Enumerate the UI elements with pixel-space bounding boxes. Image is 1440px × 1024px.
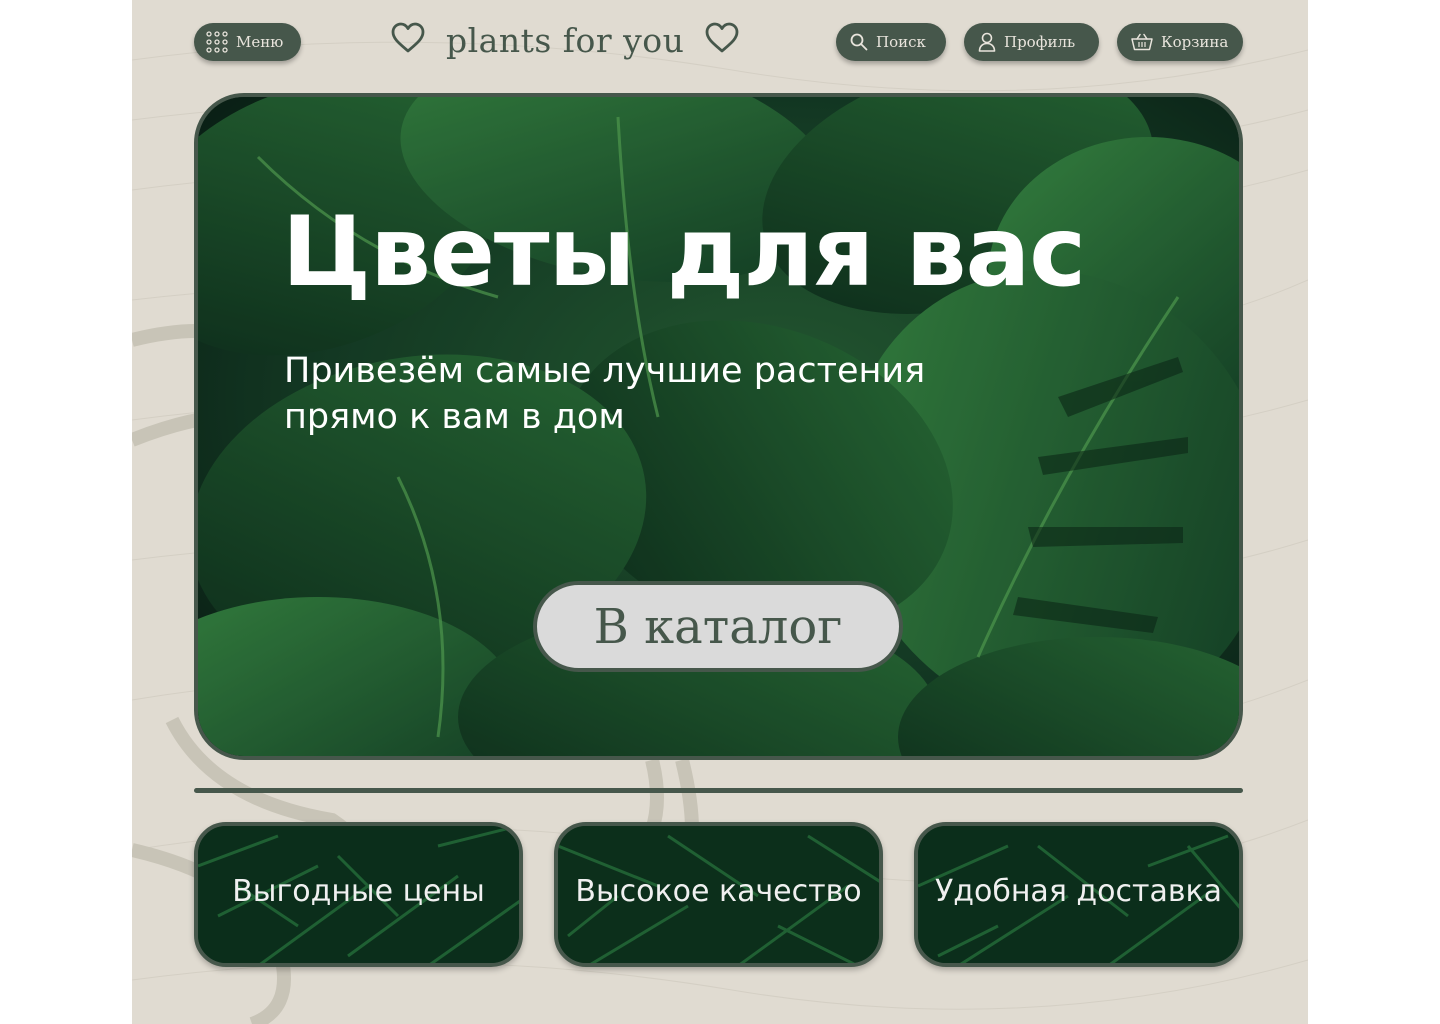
logo-text: plants for you <box>446 20 685 60</box>
feature-card-quality[interactable]: Высокое качество <box>554 822 883 967</box>
cart-button[interactable]: Корзина <box>1117 23 1243 61</box>
user-icon <box>978 32 996 52</box>
section-divider <box>194 788 1243 793</box>
feature-label: Высокое качество <box>575 874 862 909</box>
page-background: Меню plants for you Поиск Профиль Корзин… <box>132 0 1308 1024</box>
basket-icon <box>1131 33 1153 51</box>
feature-label: Удобная доставка <box>934 874 1223 909</box>
hero-banner: Цветы для вас Привезём самые лучшие раст… <box>194 93 1243 760</box>
hero-subtitle-line: прямо к вам в дом <box>284 397 625 437</box>
search-button[interactable]: Поиск <box>836 23 946 61</box>
heart-icon <box>704 22 740 58</box>
search-icon <box>850 33 868 51</box>
hero-subtitle-line: Привезём самые лучшие растения <box>284 351 926 391</box>
profile-button[interactable]: Профиль <box>964 23 1099 61</box>
hero-title: Цветы для вас <box>282 196 1086 308</box>
search-label: Поиск <box>876 33 926 51</box>
hero-subtitle: Привезём самые лучшие растения прямо к в… <box>284 348 925 440</box>
grid-dots-icon <box>206 31 228 53</box>
heart-icon <box>390 22 426 58</box>
menu-label: Меню <box>236 33 284 51</box>
profile-label: Профиль <box>1004 33 1076 51</box>
catalog-button[interactable]: В каталог <box>533 581 903 672</box>
logo[interactable]: plants for you <box>390 17 740 63</box>
cart-label: Корзина <box>1161 33 1229 51</box>
feature-label: Выгодные цены <box>232 874 485 909</box>
feature-card-delivery[interactable]: Удобная доставка <box>914 822 1243 967</box>
feature-card-prices[interactable]: Выгодные цены <box>194 822 523 967</box>
menu-button[interactable]: Меню <box>194 23 301 61</box>
